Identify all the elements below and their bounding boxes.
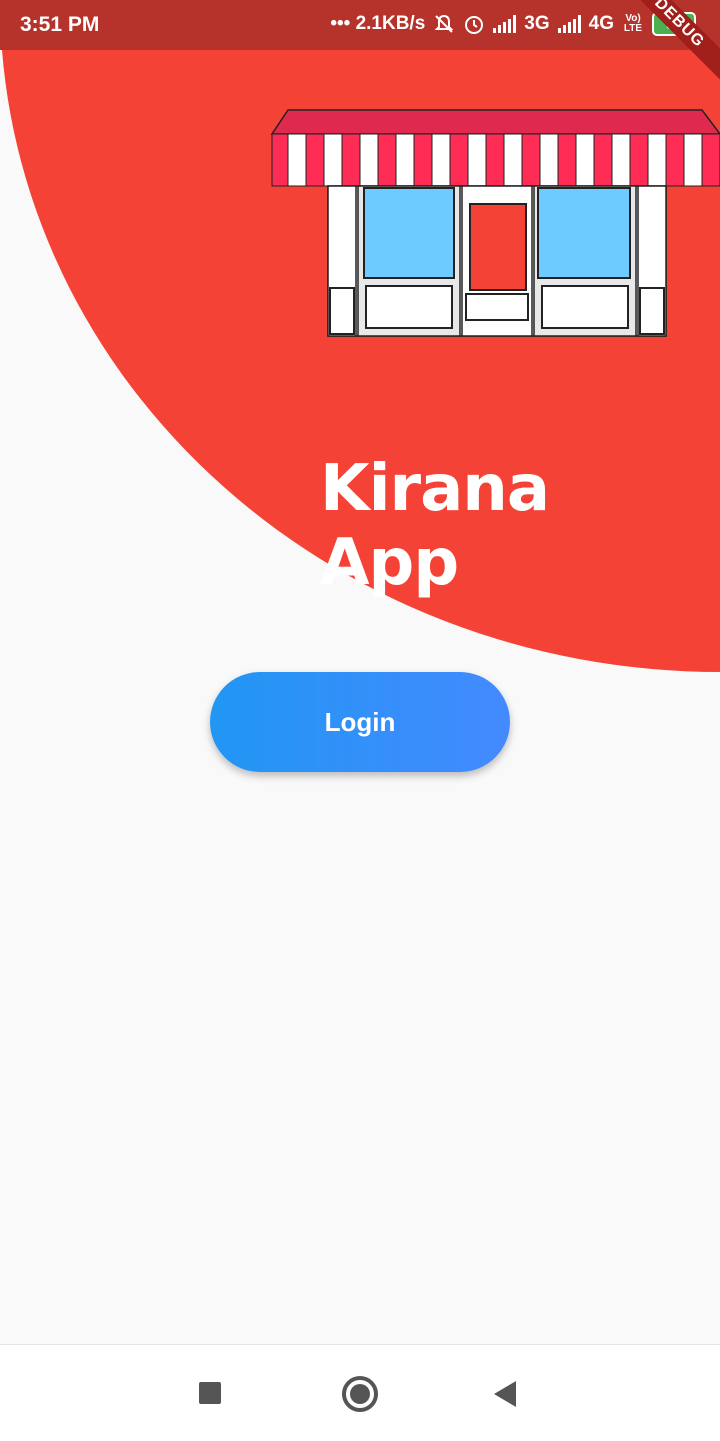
navigation-bar: [0, 1344, 720, 1441]
app-title: Kirana App: [320, 452, 550, 600]
recents-icon[interactable]: [199, 1382, 221, 1404]
shop-illustration: [270, 109, 720, 337]
network-type-1: 3G: [524, 13, 550, 34]
alarm-icon: [465, 16, 484, 34]
signal-icon-2: [557, 15, 581, 33]
signal-icon: [493, 15, 517, 33]
awning: [271, 133, 720, 187]
status-icons: ••• 2.1KB/s 3G 4G Vo) LTE 84: [330, 12, 696, 36]
home-icon[interactable]: [342, 1376, 378, 1412]
back-icon[interactable]: [494, 1381, 516, 1407]
bell-off-icon: [434, 14, 454, 33]
login-button[interactable]: Login: [210, 672, 510, 772]
volte-indicator: Vo) LTE: [623, 13, 643, 34]
network-speed: ••• 2.1KB/s: [330, 13, 426, 34]
network-type-2: 4G: [588, 13, 614, 34]
status-bar: 3:51 PM ••• 2.1KB/s 3G 4G Vo) LTE 84 DEB…: [0, 0, 720, 84]
status-time: 3:51 PM: [20, 13, 100, 36]
